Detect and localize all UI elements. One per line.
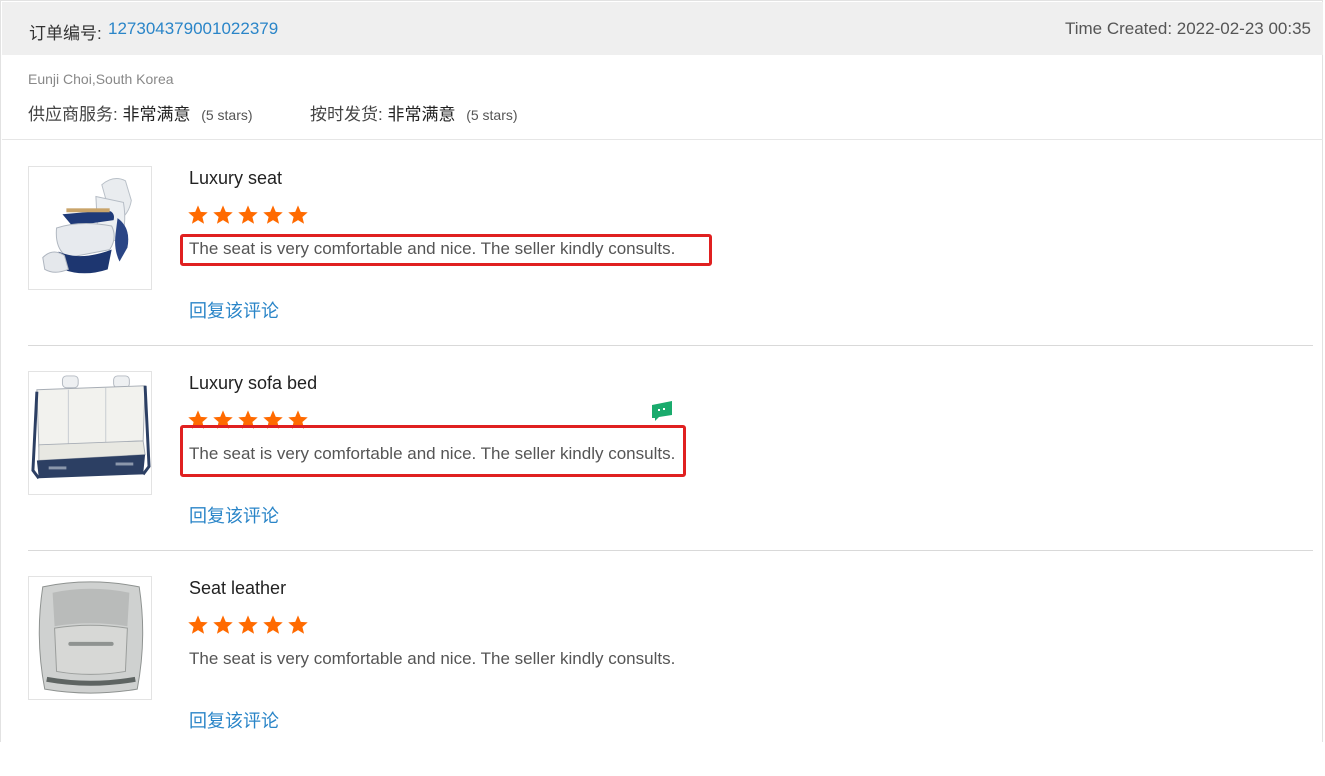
review-product-title: Seat leather: [189, 578, 287, 598]
supplier-service-value: 非常满意: [122, 105, 191, 124]
header-divider: [2, 139, 1323, 140]
supplier-service-stars: (5 stars): [201, 107, 253, 123]
seat-leather-picture: [29, 577, 151, 699]
on-time-stars: (5 stars): [466, 107, 518, 123]
buyer-name-country: Eunji Choi,South Korea: [28, 71, 174, 87]
comment-highlight-box: [180, 234, 712, 266]
on-time-value: 非常满意: [387, 105, 456, 124]
star-icon: [213, 615, 233, 634]
reply-review-link[interactable]: 回复该评论: [189, 502, 279, 528]
on-time-delivery-rating: 按时发货: 非常满意 (5 stars): [310, 100, 518, 125]
luxury-seat-picture: [29, 167, 151, 289]
seat-leather-image[interactable]: [28, 576, 152, 700]
order-number-link[interactable]: 127304379001022379: [108, 19, 278, 39]
review-panel: 订单编号: 127304379001022379 Time Created: 2…: [0, 0, 1323, 742]
on-time-label: 按时发货:: [310, 105, 383, 124]
review-product-title: Luxury sofa bed: [189, 373, 318, 393]
star-icon: [213, 205, 233, 224]
reply-review-link[interactable]: 回复该评论: [189, 707, 279, 733]
review-comment: The seat is very comfortable and nice. T…: [189, 649, 676, 668]
reply-review-link[interactable]: 回复该评论: [189, 297, 279, 323]
review-item: Luxury seat The seat is very comfortable…: [1, 166, 1324, 366]
review-stars: [187, 614, 312, 636]
time-created: Time Created: 2022-02-23 00:35: [1064, 19, 1311, 38]
star-icon: [263, 205, 283, 224]
supplier-service-label: 供应商服务:: [28, 105, 118, 124]
star-icon: [238, 205, 258, 224]
review-divider: [28, 345, 1313, 346]
order-header: 订单编号: 127304379001022379 Time Created: 2…: [2, 2, 1323, 55]
review-product-title: Luxury seat: [189, 168, 283, 188]
supplier-service-rating: 供应商服务: 非常满意 (5 stars): [28, 100, 253, 125]
order-number-label: 订单编号:: [29, 24, 102, 43]
sofa-bed-picture: [29, 372, 151, 494]
star-icon: [188, 615, 208, 634]
star-icon: [288, 205, 308, 224]
review-divider: [28, 550, 1313, 551]
chat-bubble-icon[interactable]: [651, 401, 673, 421]
star-icon: [188, 205, 208, 224]
review-item: Luxury sofa bed The seat is very comfort…: [1, 371, 1324, 571]
sofa-bed-image[interactable]: [28, 371, 152, 495]
luxury-seat-image[interactable]: [28, 166, 152, 290]
review-item: Seat leather The seat is very comfortabl…: [1, 576, 1324, 776]
review-stars: [187, 204, 312, 226]
star-icon: [263, 615, 283, 634]
star-icon: [288, 615, 308, 634]
comment-highlight-box: [180, 425, 686, 477]
star-icon: [238, 615, 258, 634]
